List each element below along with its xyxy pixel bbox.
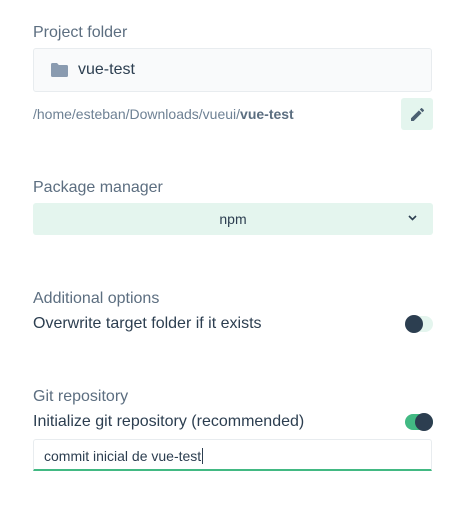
commit-message-field[interactable]	[33, 439, 432, 471]
commit-message-input[interactable]	[44, 446, 414, 466]
package-manager-value: npm	[219, 211, 247, 227]
folder-name: vue-test	[78, 61, 135, 78]
project-folder-field[interactable]: vue-test	[33, 48, 432, 92]
overwrite-option-label: Overwrite target folder if it exists	[33, 315, 262, 332]
additional-options-label: Additional options	[33, 290, 160, 307]
package-manager-label: Package manager	[33, 179, 163, 196]
overwrite-toggle[interactable]	[405, 315, 433, 333]
project-path-name: vue-test	[240, 106, 294, 122]
edit-path-button[interactable]	[401, 98, 433, 130]
toggle-knob	[405, 315, 423, 333]
toggle-knob	[415, 413, 433, 431]
git-init-toggle[interactable]	[405, 413, 433, 431]
package-manager-select[interactable]: npm	[33, 203, 433, 235]
git-init-label: Initialize git repository (recommended)	[33, 413, 305, 430]
project-path-prefix: /home/esteban/Downloads/vueui/	[33, 106, 241, 122]
project-path: /home/esteban/Downloads/vueui/vue-test	[33, 106, 294, 122]
project-folder-label: Project folder	[33, 24, 128, 41]
git-repository-label: Git repository	[33, 388, 129, 405]
text-caret	[202, 448, 204, 464]
folder-icon	[51, 63, 68, 77]
